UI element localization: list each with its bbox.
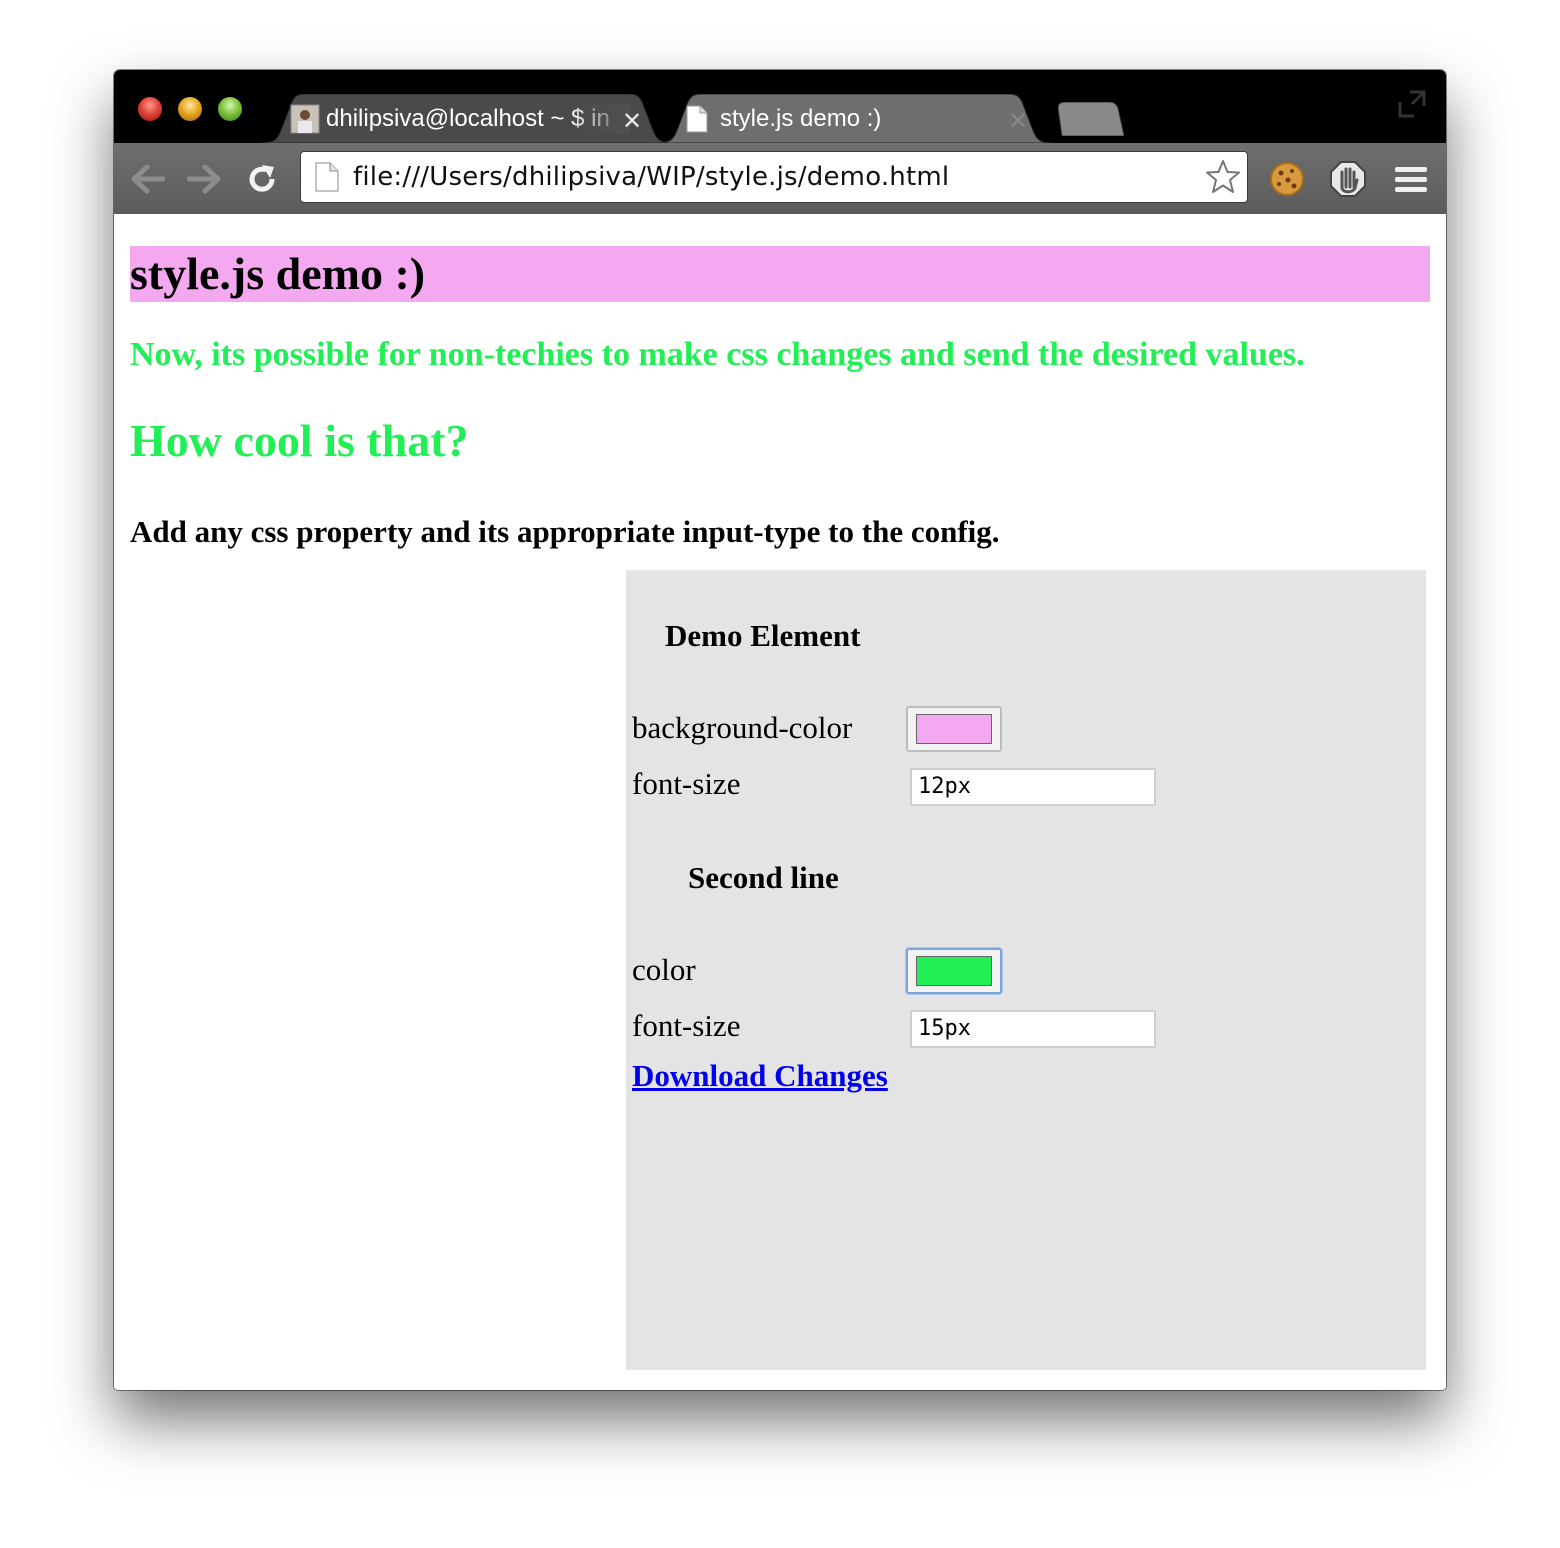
tab-favicon-avatar-icon <box>290 104 320 134</box>
tab-terminal[interactable]: dhilipsiva@localhost ~ $ in ✕ <box>262 94 672 143</box>
menu-hamburger-icon[interactable] <box>1392 160 1430 198</box>
color-swatch <box>916 956 992 986</box>
style-editor-panel: Demo Element background-color font-size … <box>626 570 1426 1370</box>
instruction-text: Add any css property and its appropriate… <box>130 514 1000 549</box>
section-title-demo-element: Demo Element <box>665 618 861 653</box>
property-label-font-size: font-size <box>632 766 741 801</box>
close-window-button[interactable] <box>138 97 162 121</box>
page-title: style.js demo :) <box>130 246 1430 302</box>
color-picker[interactable] <box>906 948 1002 994</box>
subheading: How cool is that? <box>130 415 469 466</box>
property-label-color: color <box>632 952 696 987</box>
reload-icon <box>249 165 275 192</box>
document-icon <box>686 105 708 133</box>
color-swatch <box>916 714 992 744</box>
minimize-window-button[interactable] <box>178 97 202 121</box>
new-tab-button[interactable] <box>1058 102 1124 136</box>
document-icon <box>315 162 339 192</box>
reload-button[interactable] <box>244 161 280 197</box>
adblock-hand-icon[interactable] <box>1329 160 1367 198</box>
font-size-input[interactable]: 15px <box>910 1010 1156 1048</box>
forward-button[interactable] <box>186 161 222 197</box>
property-label-font-size: font-size <box>632 1008 741 1043</box>
bookmark-star-icon[interactable] <box>1205 159 1241 195</box>
url-text: file:///Users/dhilipsiva/WIP/style.js/de… <box>353 162 950 192</box>
tab-title: style.js demo :) <box>720 105 882 132</box>
background-color-picker[interactable] <box>906 706 1002 752</box>
section-title-second-line: Second line <box>688 860 839 895</box>
tab-close-icon[interactable]: ✕ <box>622 107 642 135</box>
fullscreen-icon[interactable] <box>1396 88 1428 120</box>
browser-window: dhilipsiva@localhost ~ $ in ✕ style.js d… <box>114 70 1446 1390</box>
property-label-background-color: background-color <box>632 710 853 745</box>
tab-close-icon[interactable]: ✕ <box>1008 107 1028 135</box>
back-arrow-icon <box>131 164 165 194</box>
intro-text: Now, its possible for non-techies to mak… <box>130 336 1305 373</box>
zoom-window-button[interactable] <box>218 97 242 121</box>
cookie-extension-icon[interactable] <box>1268 160 1306 198</box>
address-bar[interactable]: file:///Users/dhilipsiva/WIP/style.js/de… <box>300 151 1248 203</box>
browser-toolbar: file:///Users/dhilipsiva/WIP/style.js/de… <box>114 143 1446 214</box>
back-button[interactable] <box>130 161 166 197</box>
tab-title: dhilipsiva@localhost ~ $ in <box>326 105 610 132</box>
font-size-input[interactable]: 12px <box>910 768 1156 806</box>
tab-strip: dhilipsiva@localhost ~ $ in ✕ style.js d… <box>114 70 1446 143</box>
page-viewport: style.js demo :) Now, its possible for n… <box>114 214 1446 1390</box>
tab-style-js-demo[interactable]: style.js demo :) ✕ <box>658 94 1052 143</box>
download-changes-link[interactable]: Download Changes <box>632 1058 888 1094</box>
forward-arrow-icon <box>187 164 221 194</box>
